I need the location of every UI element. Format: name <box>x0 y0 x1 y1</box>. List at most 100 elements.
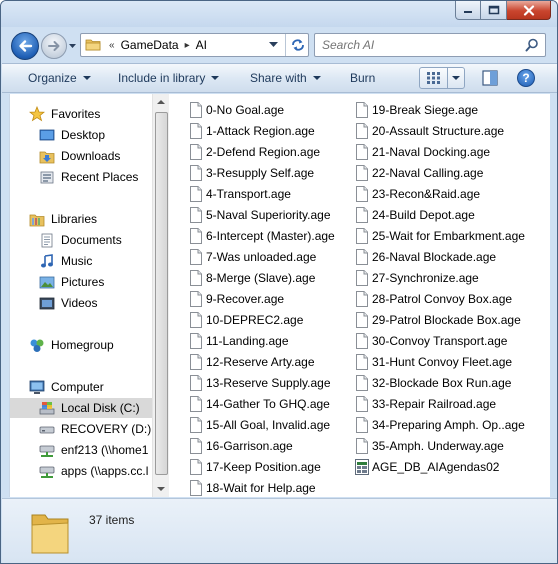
preview-pane-icon[interactable] <box>482 70 498 86</box>
nav-recent-places[interactable]: Recent Places <box>10 167 152 187</box>
nav-recovery[interactable]: RECOVERY (D:) <box>10 419 152 439</box>
chevron-down-icon <box>312 76 321 80</box>
file-item[interactable]: 17-Keep Position.age <box>189 456 321 477</box>
navigation-pane: Favorites Desktop Downloads Recent Place… <box>9 94 152 497</box>
file-item[interactable]: 22-Naval Calling.age <box>355 162 483 183</box>
file-icon <box>355 353 369 370</box>
search-box[interactable] <box>314 33 546 57</box>
nav-favorites[interactable]: Favorites <box>10 104 152 124</box>
file-item[interactable]: 8-Merge (Slave).age <box>189 267 315 288</box>
maximize-button[interactable] <box>481 1 507 20</box>
file-item[interactable]: 35-Amph. Underway.age <box>355 435 504 456</box>
breadcrumb-separator[interactable]: ▸ <box>185 40 190 51</box>
organize-menu[interactable]: Organize <box>28 71 91 85</box>
file-item[interactable]: 7-Was unloaded.age <box>189 246 316 267</box>
nav-documents[interactable]: Documents <box>10 230 152 250</box>
file-icon <box>355 269 369 286</box>
breadcrumb-ai[interactable]: AI <box>196 38 207 52</box>
file-icon <box>355 143 369 160</box>
scroll-up-icon[interactable] <box>157 100 165 104</box>
file-item[interactable]: 32-Blockade Box Run.age <box>355 372 511 393</box>
file-item[interactable]: 1-Attack Region.age <box>189 120 315 141</box>
nav-downloads[interactable]: Downloads <box>10 146 152 166</box>
file-item[interactable]: 33-Repair Railroad.age <box>355 393 496 414</box>
file-item[interactable]: 19-Break Siege.age <box>355 99 478 120</box>
file-item[interactable]: AGE_DB_AIAgendas02 <box>355 456 499 477</box>
file-item[interactable]: 26-Naval Blockade.age <box>355 246 496 267</box>
file-item[interactable]: 6-Intercept (Master).age <box>189 225 335 246</box>
share-with-menu[interactable]: Share with <box>250 71 321 85</box>
file-icon <box>189 479 203 496</box>
file-name: 1-Attack Region.age <box>206 123 315 138</box>
include-in-library-menu[interactable]: Include in library <box>118 71 220 85</box>
view-icon[interactable] <box>420 68 448 88</box>
file-item[interactable]: 20-Assault Structure.age <box>355 120 504 141</box>
file-item[interactable]: 13-Reserve Supply.age <box>189 372 331 393</box>
file-item[interactable]: 14-Gather To GHQ.age <box>189 393 330 414</box>
file-item[interactable]: 5-Naval Superiority.age <box>189 204 331 225</box>
nav-pictures[interactable]: Pictures <box>10 272 152 292</box>
nav-computer[interactable]: Computer <box>10 377 152 397</box>
file-item[interactable]: 25-Wait for Embarkment.age <box>355 225 525 246</box>
file-item[interactable]: 30-Convoy Transport.age <box>355 330 507 351</box>
nav-videos[interactable]: Videos <box>10 293 152 313</box>
address-dropdown-icon[interactable] <box>269 42 278 48</box>
nav-local-disk[interactable]: Local Disk (C:) <box>10 398 152 418</box>
back-button[interactable] <box>11 32 39 60</box>
file-item[interactable]: 0-No Goal.age <box>189 99 284 120</box>
breadcrumb-gamedata[interactable]: GameData <box>121 38 179 52</box>
view-options-dropdown[interactable] <box>448 76 464 80</box>
file-icon <box>355 332 369 349</box>
help-button[interactable]: ? <box>517 69 535 87</box>
file-item[interactable]: 16-Garrison.age <box>189 435 293 456</box>
file-item[interactable]: 10-DEPREC2.age <box>189 309 303 330</box>
navigation-scrollbar[interactable] <box>152 94 169 497</box>
nav-music[interactable]: Music <box>10 251 152 271</box>
recent-pages-chevron-icon[interactable] <box>68 41 77 50</box>
file-item[interactable]: 31-Hunt Convoy Fleet.age <box>355 351 512 372</box>
file-icon <box>189 353 203 370</box>
file-item[interactable]: 11-Landing.age <box>189 330 289 351</box>
file-name: 26-Naval Blockade.age <box>372 249 497 264</box>
file-item[interactable]: 12-Reserve Arty.age <box>189 351 315 372</box>
nav-desktop[interactable]: Desktop <box>10 125 152 145</box>
file-item[interactable]: 3-Resupply Self.age <box>189 162 314 183</box>
nav-libraries[interactable]: Libraries <box>10 209 152 229</box>
nav-recent-places-label: Recent Places <box>61 170 139 184</box>
nav-homegroup[interactable]: Homegroup <box>10 335 152 355</box>
file-item[interactable]: 24-Build Depot.age <box>355 204 475 225</box>
close-button[interactable] <box>507 1 551 20</box>
file-icon <box>189 227 203 244</box>
burn-button[interactable]: Burn <box>350 71 375 85</box>
file-item[interactable]: 21-Naval Docking.age <box>355 141 490 162</box>
scrollbar-thumb[interactable] <box>155 112 168 475</box>
search-input[interactable] <box>322 38 512 52</box>
file-icon <box>355 227 369 244</box>
file-item[interactable]: 18-Wait for Help.age <box>189 477 316 497</box>
file-item[interactable]: 27-Synchronize.age <box>355 267 479 288</box>
file-item[interactable]: 34-Preparing Amph. Op..age <box>355 414 525 435</box>
file-name: 11-Landing.age <box>206 333 289 348</box>
change-view-button[interactable] <box>419 67 465 89</box>
title-bar[interactable] <box>1 1 557 27</box>
file-item[interactable]: 9-Recover.age <box>189 288 284 309</box>
file-name: 20-Assault Structure.age <box>372 123 505 138</box>
file-item[interactable]: 23-Recon&Raid.age <box>355 183 480 204</box>
nav-apps[interactable]: apps (\\apps.cc.l <box>10 461 152 481</box>
minimize-button[interactable] <box>455 1 481 20</box>
search-icon[interactable] <box>525 38 539 52</box>
forward-button[interactable] <box>41 33 67 59</box>
file-item[interactable]: 29-Patrol Blockade Box.age <box>355 309 521 330</box>
file-item[interactable]: 15-All Goal, Invalid.age <box>189 414 330 435</box>
nav-enf213[interactable]: enf213 (\\home1 <box>10 440 152 460</box>
homegroup-icon <box>28 337 46 353</box>
address-overflow[interactable]: « <box>109 40 115 51</box>
burn-label: Burn <box>350 71 376 85</box>
file-item[interactable]: 28-Patrol Convoy Box.age <box>355 288 512 309</box>
address-bar[interactable]: « GameData ▸ AI <box>80 33 309 57</box>
scroll-down-icon[interactable] <box>157 487 165 491</box>
file-item[interactable]: 4-Transport.age <box>189 183 291 204</box>
refresh-button[interactable] <box>285 34 309 56</box>
nav-apps-label: apps (\\apps.cc.l <box>61 464 149 478</box>
file-item[interactable]: 2-Defend Region.age <box>189 141 320 162</box>
